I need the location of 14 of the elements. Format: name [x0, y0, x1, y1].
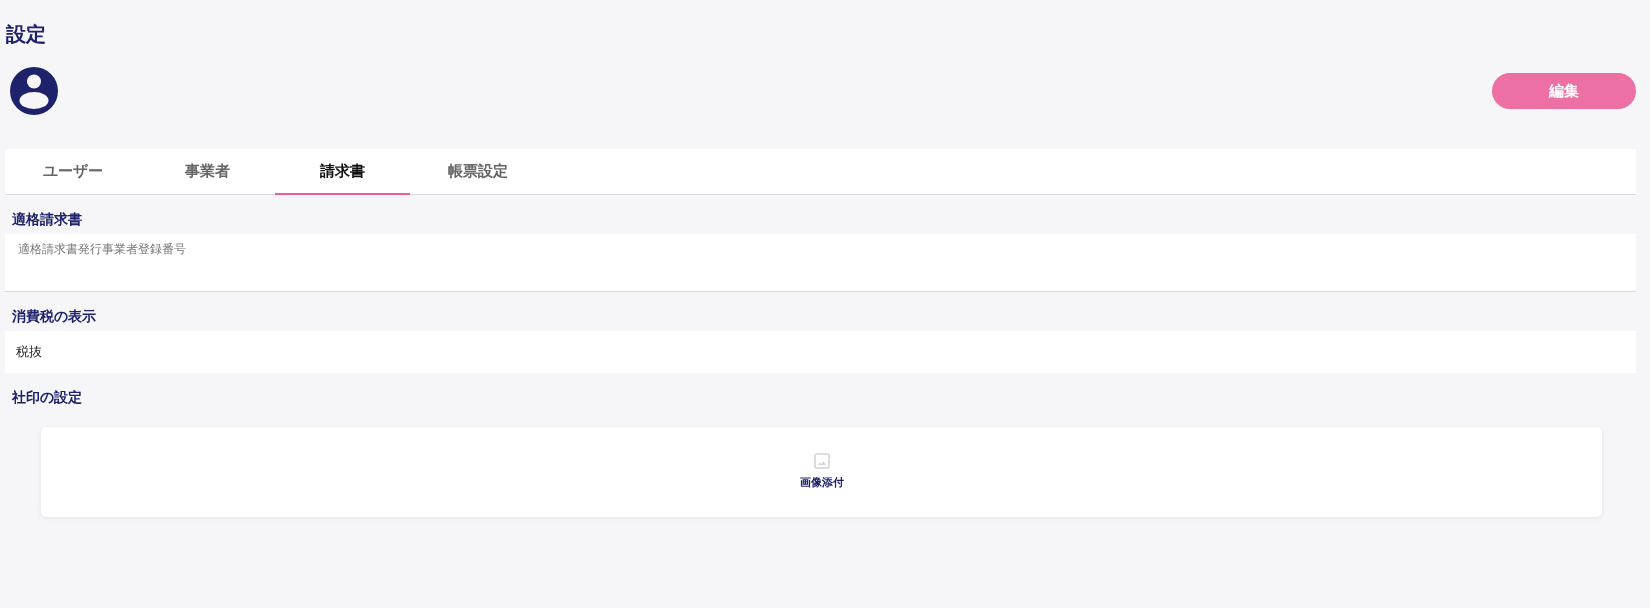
tab[interactable]: ユーザー	[5, 149, 140, 195]
section-heading: 消費税の表示	[11, 306, 97, 326]
image-upload-area[interactable]: 画像添付	[41, 427, 1602, 518]
tab[interactable]: 請求書	[275, 149, 410, 195]
upload-label: 画像添付	[799, 475, 844, 492]
image-icon	[813, 453, 830, 470]
tab[interactable]: 事業者	[140, 149, 275, 195]
section-heading: 社印の設定	[11, 387, 83, 407]
user-avatar-icon	[9, 66, 59, 116]
registration-number-field[interactable]: 適格請求書発行事業者登録番号	[5, 233, 1636, 292]
page-title: 設定	[6, 22, 47, 46]
section-heading: 適格請求書	[11, 210, 83, 229]
tab[interactable]: 帳票設定	[410, 149, 545, 195]
tax-display-value: 税抜	[16, 342, 42, 361]
